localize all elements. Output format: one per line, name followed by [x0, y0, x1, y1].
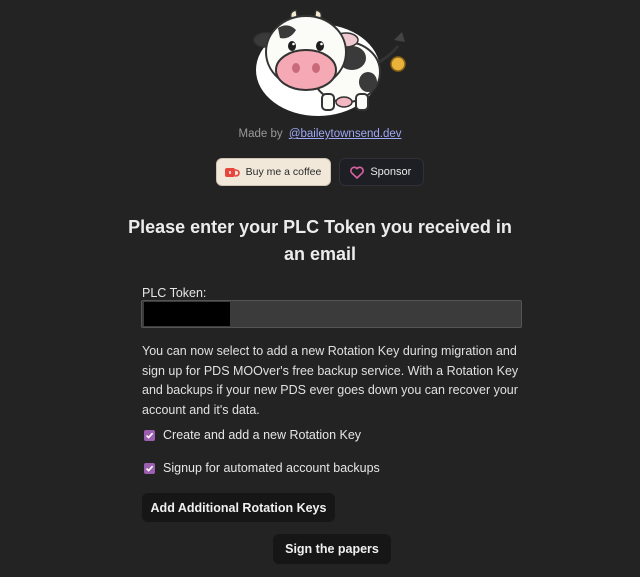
redacted-token-value	[144, 302, 230, 326]
sign-the-papers-button[interactable]: Sign the papers	[273, 534, 391, 564]
coffee-button-label: Buy me a coffee	[245, 166, 322, 178]
made-by-credit: Made by @baileytownsend.dev	[0, 128, 640, 140]
migration-page: Made by @baileytownsend.dev Buy me a cof…	[0, 0, 640, 577]
author-link[interactable]: @baileytownsend.dev	[289, 128, 402, 140]
create-rotation-key-label: Create and add a new Rotation Key	[163, 428, 362, 442]
checkmark-icon	[145, 432, 154, 439]
create-rotation-key-checkbox[interactable]	[144, 429, 155, 441]
create-rotation-key-option[interactable]: Create and add a new Rotation Key	[144, 428, 361, 442]
heart-icon	[350, 165, 365, 179]
signup-backups-checkbox[interactable]	[144, 462, 155, 474]
cow-mascot-icon	[253, 9, 406, 116]
add-rotation-keys-button[interactable]: Add Additional Rotation Keys	[142, 493, 335, 522]
support-buttons: Buy me a coffee Sponsor	[0, 158, 640, 186]
buy-me-a-coffee-button[interactable]: Buy me a coffee	[215, 158, 332, 186]
rotation-key-info-text: You can now select to add a new Rotation…	[142, 344, 519, 417]
sponsor-button[interactable]: Sponsor	[339, 158, 425, 186]
signup-backups-label: Signup for automated account backups	[163, 461, 380, 475]
made-by-prefix: Made by	[238, 128, 283, 140]
signup-backups-option[interactable]: Signup for automated account backups	[144, 461, 380, 475]
coffee-cup-icon	[224, 168, 240, 177]
page-title: Please enter your PLC Token you received…	[128, 217, 512, 264]
plc-token-label: PLC Token:	[142, 286, 207, 300]
sponsor-button-label: Sponsor	[370, 166, 412, 178]
checkmark-icon	[145, 465, 154, 472]
